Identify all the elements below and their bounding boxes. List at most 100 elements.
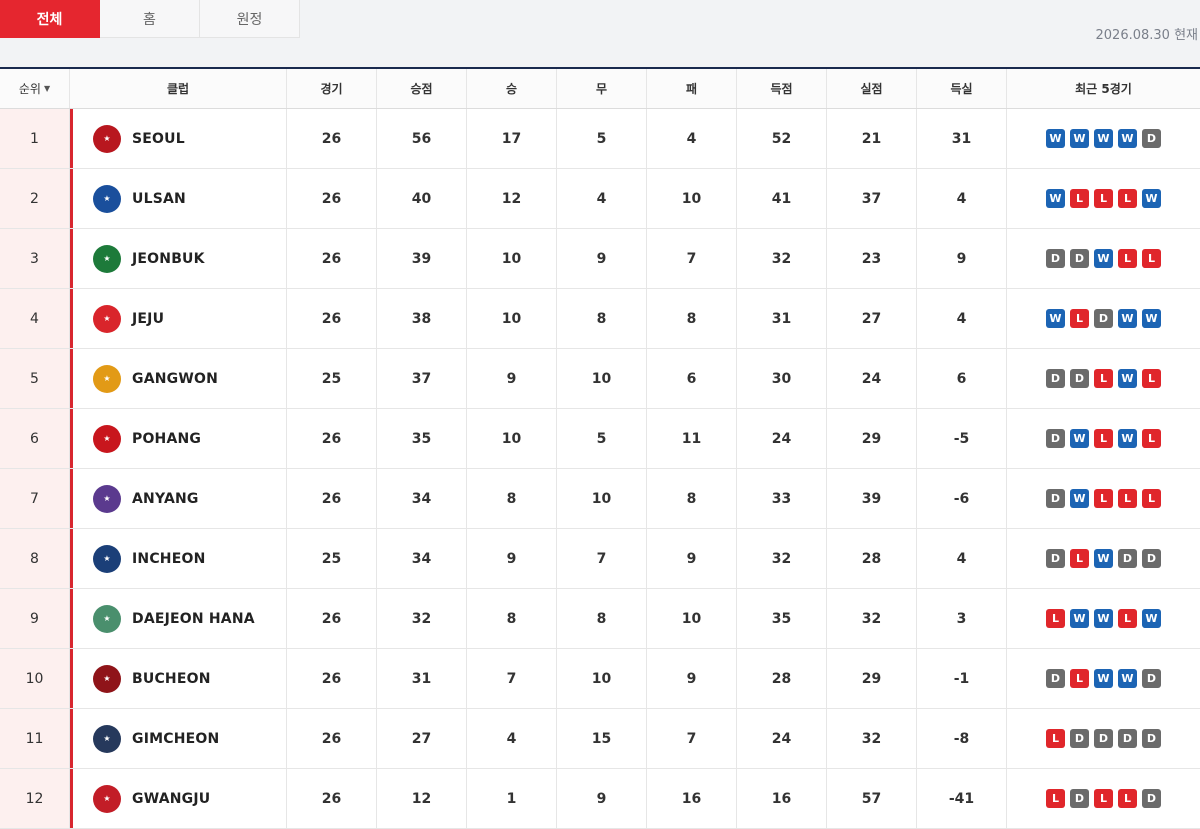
- form-badge: W: [1094, 249, 1113, 268]
- form-badge: D: [1142, 789, 1161, 808]
- club-cell[interactable]: ★ GIMCHEON: [70, 709, 287, 768]
- table-row[interactable]: 9 ★ DAEJEON HANA 26 32 8 8 10 35 32 3 L W W L W: [0, 589, 1200, 649]
- sort-desc-icon[interactable]: ▼: [44, 84, 50, 93]
- club-name[interactable]: ULSAN: [132, 191, 186, 207]
- club-cell[interactable]: ★ DAEJEON HANA: [70, 589, 287, 648]
- club-name[interactable]: INCHEON: [132, 551, 206, 567]
- goals-against-cell: 29: [827, 409, 917, 468]
- table-row[interactable]: 1 ★ SEOUL 26 56 17 5 4 52 21 31 W W W W D: [0, 109, 1200, 169]
- club-name[interactable]: SEOUL: [132, 131, 185, 147]
- header-goal-diff: 득실: [917, 69, 1007, 108]
- form-badges: WLLLW: [1046, 189, 1161, 208]
- form-badges: WWWWD: [1046, 129, 1161, 148]
- losses-cell: 9: [647, 529, 737, 588]
- club-cell[interactable]: ★ JEJU: [70, 289, 287, 348]
- header-rank[interactable]: 순위 ▼: [0, 69, 70, 108]
- played-cell: 26: [287, 469, 377, 528]
- table-row[interactable]: 7 ★ ANYANG 26 34 8 10 8 33 39 -6 D W L L L: [0, 469, 1200, 529]
- form-badge: L: [1094, 489, 1113, 508]
- tab-away[interactable]: 원정: [200, 0, 300, 38]
- form-badge: W: [1142, 309, 1161, 328]
- played-cell: 25: [287, 349, 377, 408]
- rank-cell: 5: [0, 349, 70, 408]
- goals-for-cell: 24: [737, 709, 827, 768]
- club-cell[interactable]: ★ GANGWON: [70, 349, 287, 408]
- points-cell: 39: [377, 229, 467, 288]
- points-cell: 38: [377, 289, 467, 348]
- draws-cell: 10: [557, 649, 647, 708]
- draws-cell: 10: [557, 349, 647, 408]
- form-badges: LDLLD: [1046, 789, 1161, 808]
- losses-cell: 10: [647, 169, 737, 228]
- points-cell: 34: [377, 469, 467, 528]
- club-name[interactable]: GANGWON: [132, 371, 218, 387]
- form-badge: W: [1046, 129, 1065, 148]
- played-cell: 26: [287, 769, 377, 828]
- tab-all[interactable]: 전체: [0, 0, 100, 38]
- club-crest-icon: ★: [93, 724, 121, 753]
- club-crest-icon: ★: [93, 664, 121, 693]
- form-badge: D: [1142, 129, 1161, 148]
- table-row[interactable]: 4 ★ JEJU 26 38 10 8 8 31 27 4 W L D W W: [0, 289, 1200, 349]
- club-name[interactable]: BUCHEON: [132, 671, 211, 687]
- club-cell[interactable]: ★ INCHEON: [70, 529, 287, 588]
- table-row[interactable]: 2 ★ ULSAN 26 40 12 4 10 41 37 4 W L L L W: [0, 169, 1200, 229]
- table-body: 1 ★ SEOUL 26 56 17 5 4 52 21 31 W W W W D 2 ★ ULSAN 26 40 12 4…: [0, 109, 1200, 829]
- form-badge: D: [1070, 249, 1089, 268]
- club-name[interactable]: DAEJEON HANA: [132, 611, 255, 627]
- goals-for-cell: 16: [737, 769, 827, 828]
- rank-cell: 1: [0, 109, 70, 168]
- rank-cell: 6: [0, 409, 70, 468]
- wins-cell: 12: [467, 169, 557, 228]
- table-row[interactable]: 3 ★ JEONBUK 26 39 10 9 7 32 23 9 D D W L L: [0, 229, 1200, 289]
- form-badges: LWWLW: [1046, 609, 1161, 628]
- recent-form-cell: DWLWL: [1007, 409, 1200, 468]
- table-row[interactable]: 5 ★ GANGWON 25 37 9 10 6 30 24 6 D D L W L: [0, 349, 1200, 409]
- header-draws: 무: [557, 69, 647, 108]
- form-badge: W: [1070, 429, 1089, 448]
- club-name[interactable]: GIMCHEON: [132, 731, 219, 747]
- table-row[interactable]: 12 ★ GWANGJU 26 12 1 9 16 16 57 -41 L D L L D: [0, 769, 1200, 829]
- rank-cell: 9: [0, 589, 70, 648]
- recent-form-cell: WLLLW: [1007, 169, 1200, 228]
- tab-home[interactable]: 홈: [100, 0, 200, 38]
- goals-against-cell: 23: [827, 229, 917, 288]
- wins-cell: 8: [467, 589, 557, 648]
- club-name[interactable]: GWANGJU: [132, 791, 210, 807]
- table-row[interactable]: 10 ★ BUCHEON 26 31 7 10 9 28 29 -1 D L W W D: [0, 649, 1200, 709]
- table-row[interactable]: 8 ★ INCHEON 25 34 9 7 9 32 28 4 D L W D D: [0, 529, 1200, 589]
- wins-cell: 8: [467, 469, 557, 528]
- club-name[interactable]: JEONBUK: [132, 251, 205, 267]
- form-badge: D: [1094, 309, 1113, 328]
- losses-cell: 7: [647, 229, 737, 288]
- club-name[interactable]: ANYANG: [132, 491, 199, 507]
- points-cell: 56: [377, 109, 467, 168]
- played-cell: 26: [287, 709, 377, 768]
- club-cell[interactable]: ★ ANYANG: [70, 469, 287, 528]
- played-cell: 26: [287, 229, 377, 288]
- header-losses: 패: [647, 69, 737, 108]
- table-row[interactable]: 11 ★ GIMCHEON 26 27 4 15 7 24 32 -8 L D D D D: [0, 709, 1200, 769]
- form-badge: L: [1118, 189, 1137, 208]
- club-cell[interactable]: ★ JEONBUK: [70, 229, 287, 288]
- club-name[interactable]: JEJU: [132, 311, 164, 327]
- club-cell[interactable]: ★ BUCHEON: [70, 649, 287, 708]
- form-badge: W: [1094, 129, 1113, 148]
- points-cell: 35: [377, 409, 467, 468]
- losses-cell: 8: [647, 469, 737, 528]
- club-cell[interactable]: ★ GWANGJU: [70, 769, 287, 828]
- draws-cell: 4: [557, 169, 647, 228]
- played-cell: 26: [287, 169, 377, 228]
- club-cell[interactable]: ★ SEOUL: [70, 109, 287, 168]
- draws-cell: 8: [557, 589, 647, 648]
- points-cell: 34: [377, 529, 467, 588]
- draws-cell: 15: [557, 709, 647, 768]
- goal-diff-cell: -1: [917, 649, 1007, 708]
- wins-cell: 9: [467, 349, 557, 408]
- club-crest-icon: ★: [93, 304, 121, 333]
- club-name[interactable]: POHANG: [132, 431, 201, 447]
- club-cell[interactable]: ★ ULSAN: [70, 169, 287, 228]
- goal-diff-cell: 6: [917, 349, 1007, 408]
- club-cell[interactable]: ★ POHANG: [70, 409, 287, 468]
- table-row[interactable]: 6 ★ POHANG 26 35 10 5 11 24 29 -5 D W L W L: [0, 409, 1200, 469]
